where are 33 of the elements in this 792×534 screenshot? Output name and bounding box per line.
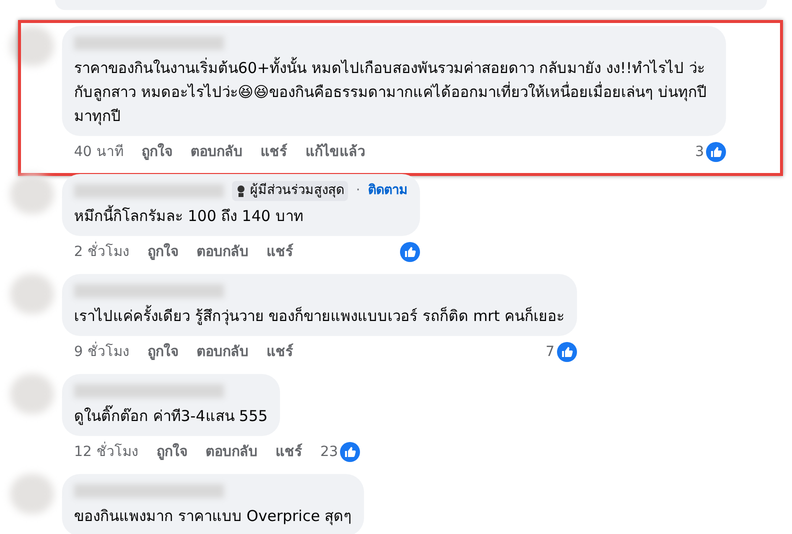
badge-icon [236,185,246,197]
comment-action[interactable]: แชร์ [275,442,302,462]
separator: · [356,182,360,200]
comment-time[interactable]: 2 ชั่วโมง [74,242,130,262]
comment-action[interactable]: แชร์ [260,142,288,162]
like-icon [556,342,577,362]
comment-time[interactable]: 40 นาที [74,142,124,162]
like-count: 7 [546,342,555,362]
like-count: 3 [695,142,704,162]
comment-action[interactable]: ตอบกลับ [190,142,242,162]
comment-time[interactable]: 9 ชั่วโมง [74,342,130,362]
comment-text: หมึกนี้กิโลกรัมละ 100 ถึง 140 บาท [74,204,304,227]
comment-text: ดูในติ๊กต๊อก ค่าที3-4แสน 555 [74,404,268,427]
comment-action[interactable]: ถูกใจ [156,442,188,462]
comment-text: ราคาของกินในงานเริ่มต้น60+ทั้งนั้น หมดไปเกือบสองพันรวมค่าสอยดาว กลับมายัง งง!!ทำไรไป ว่ะกับลูกสาว หมดอะไรไปว่ะ😆😆ของกินคือธรรมดามากแค่ได้ออกมาเที่ยวให้เหนื่อยเมื่อยเล่นๆ บ่นทุกปีมาทุกปี [74,56,708,128]
comment-time[interactable]: 12 ชั่วโมง [74,442,138,462]
comment-text: ของกินแพงมาก ราคาแบบ Overprice สุดๆ [74,506,352,528]
like-icon [340,442,360,462]
comment-action[interactable]: ตอบกลับ [205,442,258,462]
comment-action[interactable]: ถูกใจ [141,142,172,162]
comment-action[interactable]: ตอบกลับ [196,242,248,262]
comment-action[interactable]: ตอบกลับ [196,342,248,362]
comment-text: เราไปแค่ครั้งเดียว รู้สึกวุ่นวาย ของก็ขายแพงแบบเวอร์ รถก็ติด mrt คนก็เยอะ [74,304,565,328]
comment-action[interactable]: แก้ไขแล้ว [305,142,366,162]
comment-action[interactable]: แชร์ [266,242,294,262]
badge-label: ผู้มีส่วนร่วมสูงสุด [250,182,344,200]
comment-action[interactable]: ถูกใจ [147,342,178,362]
like-icon [400,242,420,262]
comment-action[interactable]: ถูกใจ [147,242,178,262]
follow-link[interactable]: ติดตาม [368,181,408,201]
comment-action[interactable]: แชร์ [266,342,294,362]
like-icon [706,142,726,162]
like-count: 23 [320,442,338,462]
